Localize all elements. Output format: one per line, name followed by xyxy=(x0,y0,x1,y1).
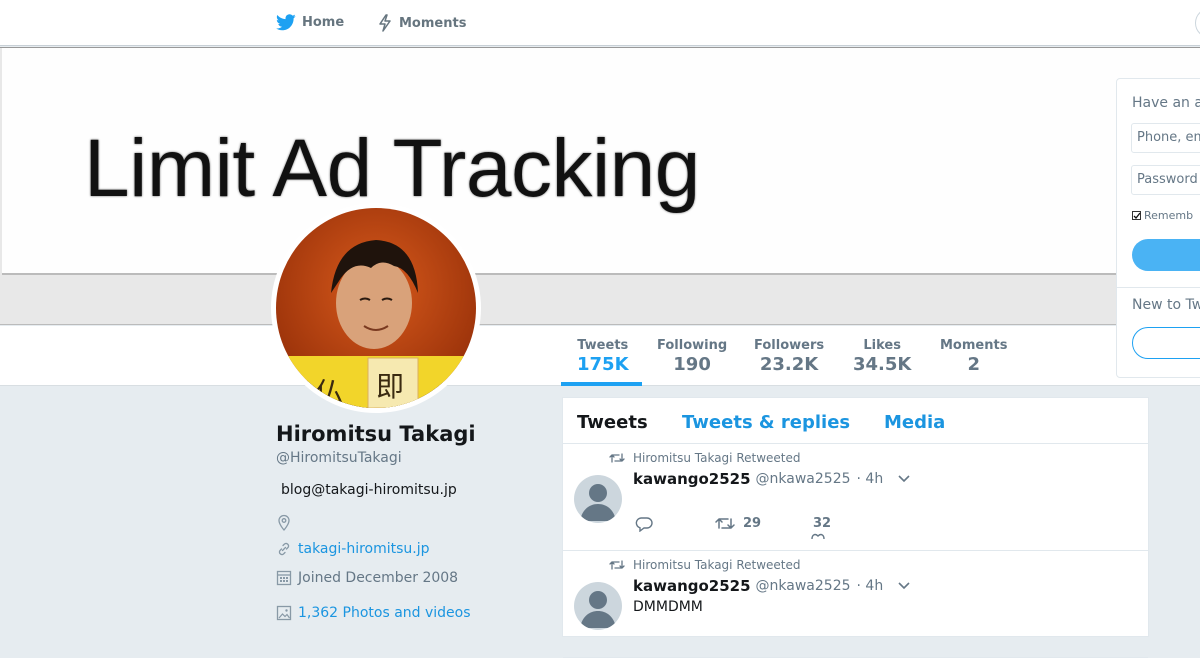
joined-date: Joined December 2008 xyxy=(298,569,459,586)
stat-followers-value: 23.2K xyxy=(759,354,819,375)
log-in-button[interactable] xyxy=(1132,239,1200,271)
stat-likes-label: Likes xyxy=(863,338,901,353)
stat-likes[interactable]: Likes 34.5K xyxy=(853,338,911,375)
profile-location xyxy=(276,514,298,532)
profile-bio: blog@takagi-hiromitsu.jp xyxy=(281,482,457,498)
top-navigation: Home Moments xyxy=(0,0,1200,46)
remember-me[interactable]: Rememb xyxy=(1132,209,1193,222)
tweet-text: DMMDMM xyxy=(633,599,703,615)
nav-home[interactable]: Home xyxy=(276,14,344,31)
stat-tweets-value: 175K xyxy=(577,354,629,375)
twitter-bird-icon xyxy=(276,14,296,31)
default-avatar-icon xyxy=(580,591,616,628)
retweet-icon xyxy=(609,453,625,463)
tweet-avatar[interactable] xyxy=(574,475,622,523)
profile-avatar[interactable]: 仏 即 xyxy=(276,208,476,408)
location-pin-icon xyxy=(278,514,290,531)
nav-moments-label: Moments xyxy=(399,15,467,31)
retweet-count: 29 xyxy=(743,516,762,531)
profile-name[interactable]: Hiromitsu Takagi xyxy=(276,422,476,446)
remember-checkbox[interactable] xyxy=(1132,211,1141,220)
link-icon xyxy=(278,542,290,556)
photos-link[interactable]: 1,362 Photos and videos xyxy=(298,605,471,621)
avatar-photo: 仏 即 xyxy=(276,208,476,408)
nav-home-label: Home xyxy=(302,15,345,30)
profile-handle[interactable]: @HiromitsuTakagi xyxy=(276,450,402,466)
nav-moments[interactable]: Moments xyxy=(377,14,466,32)
phone-email-input[interactable]: Phone, em xyxy=(1131,123,1200,153)
login-card: Have an a Phone, em Password Rememb New … xyxy=(1116,78,1200,378)
like-count: 32 xyxy=(813,516,832,531)
retweet-context: Hiromitsu Takagi Retweeted xyxy=(609,451,801,465)
heart-icon xyxy=(811,533,825,539)
timeline-tabs: Tweets Tweets & replies Media xyxy=(563,398,1148,444)
reply-icon xyxy=(635,517,653,532)
stat-moments-label: Moments xyxy=(940,338,1008,353)
profile-photos: 1,362 Photos and videos xyxy=(276,605,471,621)
login-divider xyxy=(1117,287,1200,288)
retweet-icon xyxy=(609,560,625,570)
stat-moments[interactable]: Moments 2 xyxy=(940,338,1007,375)
profile-joined: Joined December 2008 xyxy=(276,569,458,586)
sign-up-button[interactable] xyxy=(1132,327,1200,359)
svg-text:即: 即 xyxy=(376,370,404,403)
stat-following-value: 190 xyxy=(673,354,711,375)
tweet-header: kawango2525 @nkawa2525 · 4h xyxy=(633,577,883,595)
image-icon xyxy=(276,605,292,621)
tab-tweets[interactable]: Tweets xyxy=(577,412,648,433)
tweet-timestamp[interactable]: · 4h xyxy=(857,471,884,487)
default-avatar-icon xyxy=(580,484,616,521)
calendar-icon xyxy=(276,570,292,586)
stat-followers-label: Followers xyxy=(754,338,825,353)
banner-image: Limit Ad Tracking xyxy=(2,48,1200,275)
login-title: Have an a xyxy=(1132,95,1200,111)
like-button[interactable]: 32 xyxy=(813,516,831,531)
retweet-context-text: Hiromitsu Takagi Retweeted xyxy=(633,558,801,572)
checkmark-icon xyxy=(1133,212,1141,219)
timeline: Tweets Tweets & replies Media Hiromitsu … xyxy=(562,397,1149,658)
lightning-icon xyxy=(379,14,391,32)
stat-tweets-label: Tweets xyxy=(577,338,629,353)
tab-tweets-and-replies[interactable]: Tweets & replies xyxy=(682,412,850,433)
website-link[interactable]: takagi-hiromitsu.jp xyxy=(298,541,430,557)
tweet-item[interactable]: Hiromitsu Takagi Retweeted kawango2525 @… xyxy=(563,444,1148,551)
tweet-avatar[interactable] xyxy=(574,582,622,630)
stat-tweets[interactable]: Tweets 175K xyxy=(577,338,629,375)
stat-following[interactable]: Following 190 xyxy=(657,338,727,375)
tweet-author-name[interactable]: kawango2525 xyxy=(633,470,751,488)
signup-prompt: New to Tw xyxy=(1132,297,1200,313)
tweet-timestamp[interactable]: · 4h xyxy=(857,578,884,594)
retweet-button[interactable]: 29 xyxy=(715,516,761,531)
chevron-down-icon[interactable] xyxy=(897,580,911,590)
tweet-author-handle[interactable]: @nkawa2525 xyxy=(756,471,851,487)
active-stat-underline xyxy=(561,382,642,386)
stat-likes-value: 34.5K xyxy=(853,354,912,375)
retweet-context: Hiromitsu Takagi Retweeted xyxy=(609,558,801,572)
tab-media[interactable]: Media xyxy=(884,412,945,433)
tweet-author-name[interactable]: kawango2525 xyxy=(633,577,751,595)
profile-website: takagi-hiromitsu.jp xyxy=(276,541,430,557)
stat-followers[interactable]: Followers 23.2K xyxy=(754,338,824,375)
reply-button[interactable] xyxy=(635,516,661,532)
banner-text: Limit Ad Tracking xyxy=(84,123,700,214)
profile-banner: Limit Ad Tracking xyxy=(0,47,1200,325)
stat-moments-value: 2 xyxy=(967,354,980,375)
tweet-author-handle[interactable]: @nkawa2525 xyxy=(756,578,851,594)
tweet-header: kawango2525 @nkawa2525 · 4h xyxy=(633,470,883,488)
tweet-item[interactable]: Hiromitsu Takagi Retweeted kawango2525 @… xyxy=(563,551,1148,658)
account-avatar[interactable] xyxy=(1195,8,1200,38)
retweet-context-text: Hiromitsu Takagi Retweeted xyxy=(633,451,801,465)
retweet-icon xyxy=(715,518,735,529)
password-input[interactable]: Password xyxy=(1131,165,1200,195)
chevron-down-icon[interactable] xyxy=(897,473,911,483)
stat-following-label: Following xyxy=(657,338,728,353)
remember-label: Rememb xyxy=(1144,209,1194,222)
